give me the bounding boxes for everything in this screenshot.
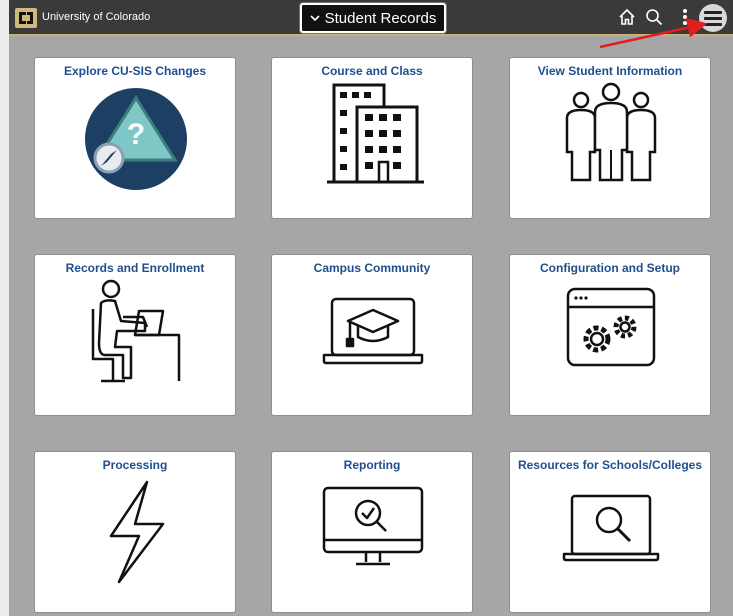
tile-reporting[interactable]: Reporting: [271, 451, 473, 613]
search-icon[interactable]: [645, 8, 663, 26]
top-navigation-bar: University of Colorado Student Records: [9, 0, 733, 36]
tile-processing[interactable]: Processing: [34, 451, 236, 613]
page-title: Student Records: [324, 9, 437, 27]
tile-title: Reporting: [343, 458, 401, 472]
tile-explore-cu-sis-changes[interactable]: Explore CU-SIS Changes ?: [34, 57, 236, 219]
tile-title: Processing: [102, 458, 168, 472]
tile-records-and-enrollment[interactable]: Records and Enrollment: [34, 254, 236, 416]
tile-title: View Student Information: [537, 64, 683, 78]
tile-view-student-information[interactable]: View Student Information: [509, 57, 711, 219]
home-icon[interactable]: [618, 8, 636, 26]
people-group-icon: [565, 82, 657, 182]
laptop-graduation-cap-icon: [322, 297, 424, 365]
tile-title: Campus Community: [313, 261, 431, 275]
brand-name: University of Colorado: [42, 11, 151, 23]
tile-title: Course and Class: [321, 64, 423, 78]
student-records-dropdown[interactable]: Student Records: [300, 3, 446, 33]
lightning-bolt-icon: [109, 480, 165, 584]
laptop-search-icon: [562, 494, 660, 562]
tile-campus-community[interactable]: Campus Community: [271, 254, 473, 416]
compass-question-icon: ?: [85, 88, 187, 190]
tile-resources-for-schools-colleges[interactable]: Resources for Schools/Colleges: [509, 451, 711, 613]
hamburger-menu-icon[interactable]: [699, 4, 727, 32]
tile-course-and-class[interactable]: Course and Class: [271, 57, 473, 219]
browser-gears-icon: [566, 287, 656, 367]
person-at-desk-icon: [91, 279, 181, 383]
monitor-search-icon: [322, 486, 424, 566]
tile-configuration-and-setup[interactable]: Configuration and Setup: [509, 254, 711, 416]
tile-title: Explore CU-SIS Changes: [63, 64, 207, 78]
tile-title: Records and Enrollment: [65, 261, 205, 275]
buildings-icon: [327, 83, 424, 184]
tile-title: Resources for Schools/Colleges: [517, 458, 703, 472]
chevron-down-icon: [310, 15, 320, 22]
tile-title: Configuration and Setup: [540, 261, 680, 275]
svg-text:?: ?: [127, 118, 145, 151]
left-edge: [0, 0, 9, 616]
more-vertical-icon[interactable]: [682, 8, 688, 26]
cu-logo-icon[interactable]: [15, 8, 37, 28]
